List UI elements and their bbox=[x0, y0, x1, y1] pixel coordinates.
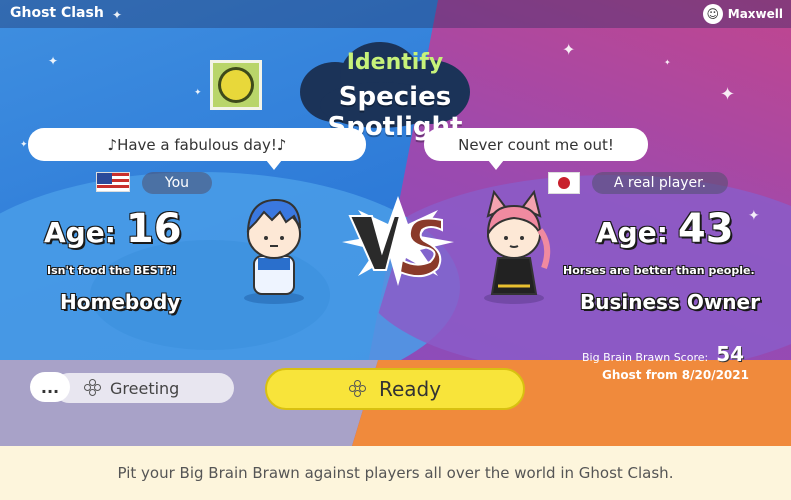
star-icon: ✦ bbox=[48, 54, 59, 68]
star-icon: ✦ bbox=[748, 208, 760, 224]
star-icon: ✦ bbox=[112, 8, 123, 22]
versus-icon bbox=[342, 196, 454, 286]
us-flag-icon bbox=[96, 172, 130, 192]
star-icon: ✦ bbox=[20, 140, 28, 150]
user-name: Maxwell bbox=[727, 7, 783, 21]
left-character-avatar bbox=[244, 198, 304, 304]
button-glyph-icon bbox=[84, 379, 102, 397]
app-title: Ghost Clash bbox=[10, 5, 104, 21]
right-player-name: A real player. bbox=[592, 172, 728, 194]
brawn-score: Big Brain Brawn Score: 54 bbox=[582, 342, 744, 366]
age-value: 16 bbox=[125, 206, 182, 252]
button-glyph-icon bbox=[348, 380, 367, 398]
score-label: Big Brain Brawn Score: bbox=[582, 351, 709, 364]
user-profile[interactable]: ☺ Maxwell bbox=[702, 4, 783, 24]
avatar-icon: ☺ bbox=[702, 4, 723, 24]
star-icon: ✦ bbox=[194, 88, 202, 98]
game-screen: ✦ ✦ ✦ ✦ ✦ ✦ ✦ ✦ Ghost Clash ☺ Maxwell Id… bbox=[0, 0, 791, 446]
left-quote: Isn't food the BEST?! bbox=[47, 264, 177, 277]
ghost-date: Ghost from 8/20/2021 bbox=[602, 368, 749, 382]
age-value: 43 bbox=[677, 206, 734, 252]
right-message-bubble: Never count me out! bbox=[424, 128, 648, 170]
chat-bubble-icon: ... bbox=[30, 372, 70, 402]
left-message-bubble: ♪Have a fabulous day!♪ bbox=[28, 128, 366, 170]
greeting-button[interactable]: Greeting bbox=[54, 373, 234, 403]
ready-label: Ready bbox=[378, 377, 442, 401]
right-job: Business Owner bbox=[580, 290, 760, 314]
age-label: Age: bbox=[44, 216, 116, 249]
right-quote: Horses are better than people. bbox=[563, 264, 755, 277]
left-player-name: You bbox=[142, 172, 212, 194]
footer-caption: Pit your Big Brain Brawn against players… bbox=[0, 446, 791, 500]
star-icon: ✦ bbox=[562, 40, 576, 59]
ready-button[interactable]: Ready bbox=[265, 368, 525, 410]
score-value: 54 bbox=[716, 342, 745, 366]
right-character-avatar bbox=[484, 189, 551, 304]
star-icon: ✦ bbox=[720, 84, 736, 105]
species-sun-icon bbox=[210, 60, 262, 110]
left-age: Age: 16 bbox=[44, 206, 182, 252]
right-age: Age: 43 bbox=[596, 206, 734, 252]
header-subtitle: Identify bbox=[346, 50, 444, 75]
age-label: Age: bbox=[596, 216, 668, 249]
greeting-label: Greeting bbox=[110, 378, 180, 398]
star-icon: ✦ bbox=[664, 58, 671, 67]
left-job: Homebody bbox=[60, 290, 181, 314]
